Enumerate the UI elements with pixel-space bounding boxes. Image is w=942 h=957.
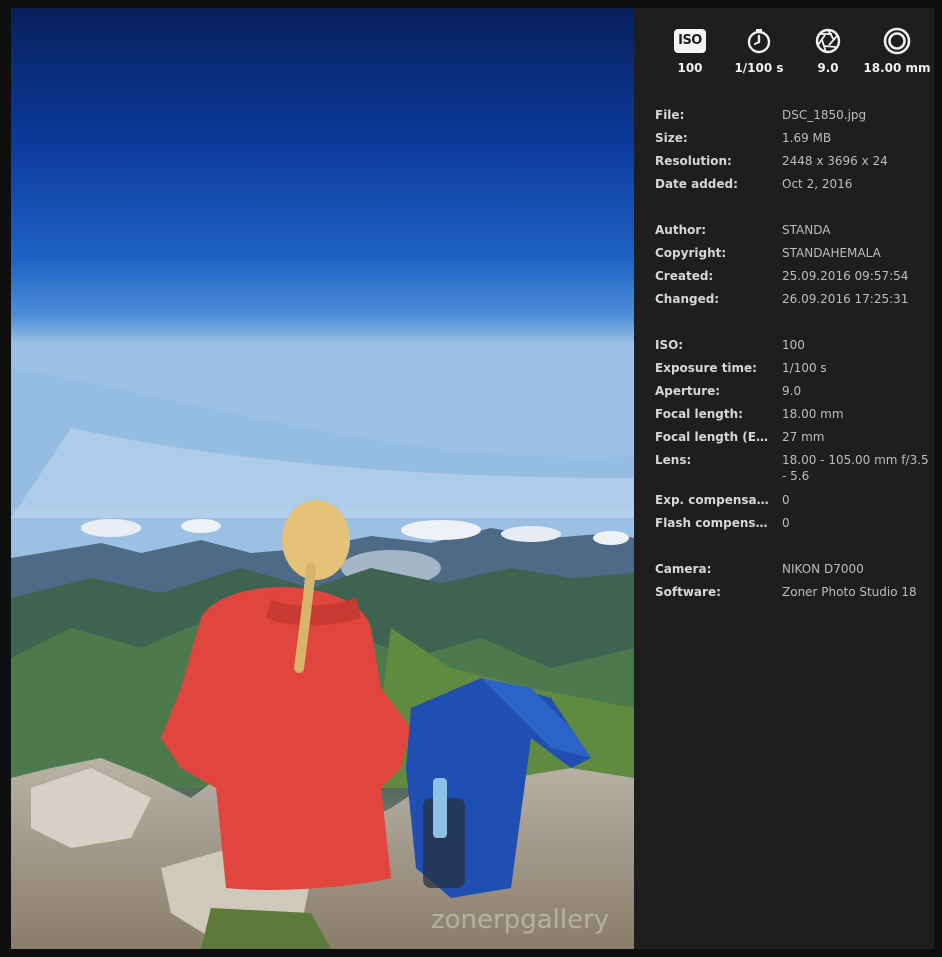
summary-aperture: 9.0 <box>788 28 868 75</box>
summary-focal: 18.00 mm <box>857 27 937 75</box>
aperture-icon <box>788 28 868 54</box>
photo-image: zonerpgallery <box>11 8 634 949</box>
iso-icon: ISO <box>650 28 730 54</box>
lens-icon <box>857 27 937 55</box>
summary-iso-value: 100 <box>677 61 703 75</box>
photo-watermark: zonerpgallery <box>431 905 609 935</box>
summary-iso: ISO 100 <box>650 28 730 75</box>
iso-badge: ISO <box>674 29 706 53</box>
summary-exposure: 1/100 s <box>719 28 799 75</box>
info-panel: ISO 100 1/100 s 9.0 18.00 mm File: DSC_1… <box>634 8 934 949</box>
timer-icon <box>719 28 799 54</box>
summary-aperture-value: 9.0 <box>817 61 839 75</box>
summary-focal-value: 18.00 mm <box>863 61 931 75</box>
summary-exposure-value: 1/100 s <box>734 61 784 75</box>
exif-summary: ISO 100 1/100 s 9.0 18.00 mm <box>634 27 937 88</box>
photo-preview[interactable]: zonerpgallery <box>11 8 634 949</box>
